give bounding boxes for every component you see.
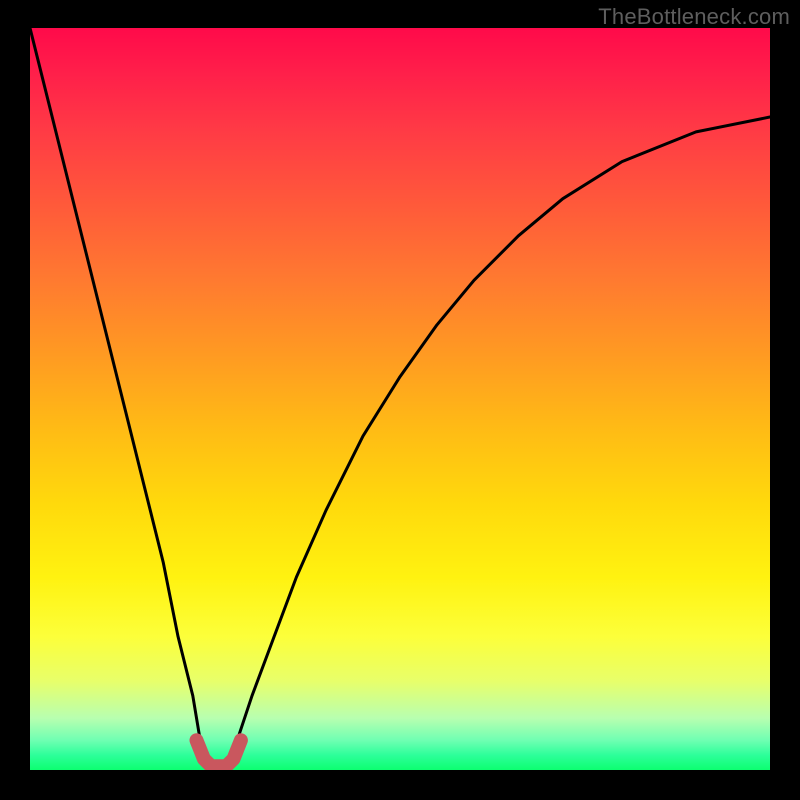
plot-area <box>30 28 770 770</box>
sweet-spot-marker <box>197 740 241 766</box>
chart-frame: TheBottleneck.com <box>0 0 800 800</box>
bottleneck-curve <box>30 28 770 770</box>
curve-layer <box>30 28 770 770</box>
watermark-text: TheBottleneck.com <box>598 4 790 30</box>
